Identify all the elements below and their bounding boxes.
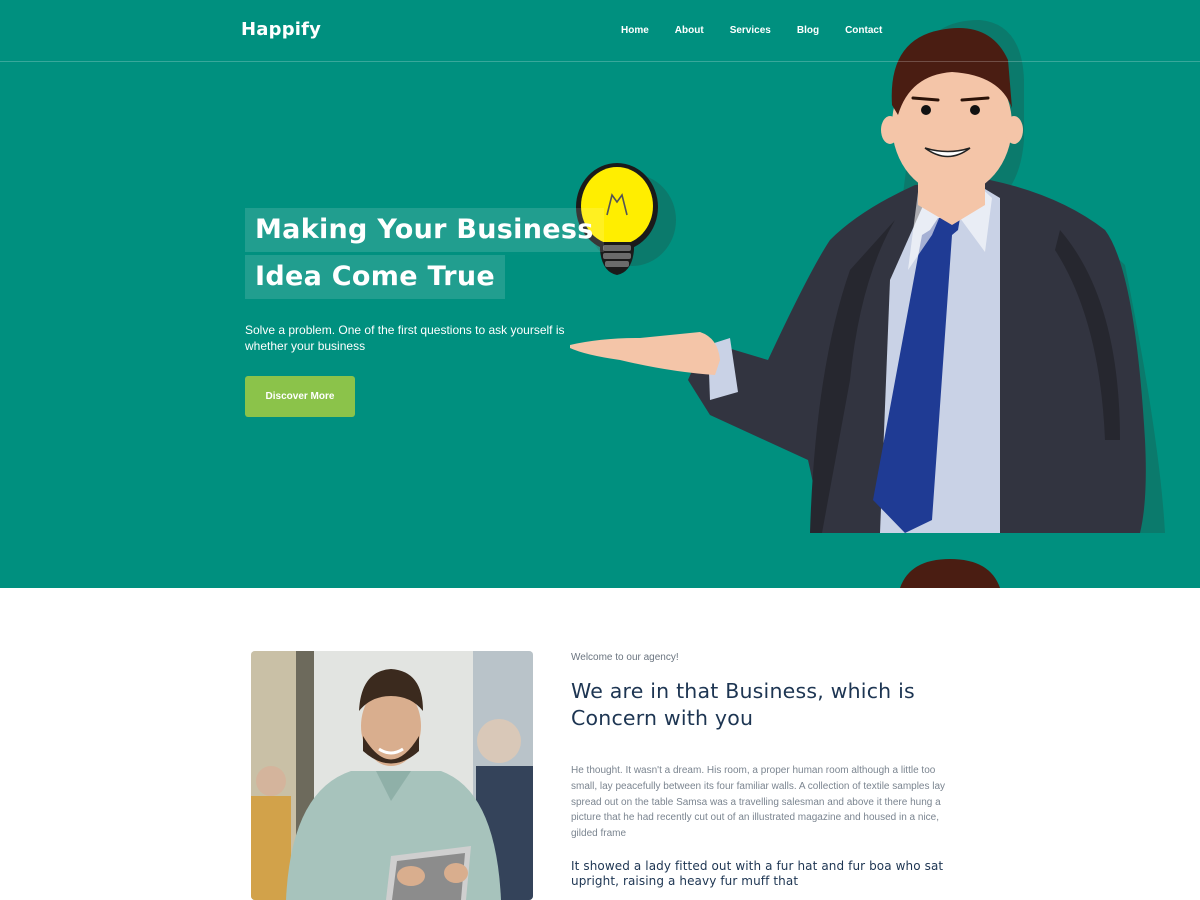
nav-item-about[interactable]: About: [675, 25, 704, 36]
about-quote: It showed a lady fitted out with a fur h…: [571, 858, 944, 888]
site-logo[interactable]: Happify: [241, 19, 321, 40]
about-photo: [251, 651, 533, 900]
about-body: He thought. It wasn't a dream. His room,…: [571, 765, 946, 840]
hero-subtitle: Solve a problem. One of the first questi…: [245, 323, 565, 353]
nav-item-home[interactable]: Home: [621, 25, 649, 36]
about-eyebrow: Welcome to our agency!: [571, 652, 679, 663]
main-nav: Home About Services Blog Contact: [621, 25, 908, 36]
hero-section: Happify Home About Services Blog Contact…: [0, 0, 1200, 588]
navbar: Happify Home About Services Blog Contact: [0, 0, 1200, 62]
hero-headline-line-1: Making Your Business: [245, 208, 604, 252]
about-section: Welcome to our agency! We are in that Bu…: [571, 652, 956, 889]
hero-headline: Making Your Business Idea Come True: [245, 208, 604, 302]
hero-headline-line-2: Idea Come True: [245, 255, 506, 299]
nav-item-contact[interactable]: Contact: [845, 25, 882, 36]
discover-more-button[interactable]: Discover More: [245, 376, 355, 417]
businessman-illustration: [570, 20, 1165, 533]
nav-item-blog[interactable]: Blog: [797, 25, 819, 36]
nav-item-services[interactable]: Services: [730, 25, 771, 36]
about-title: We are in that Business, which is Concer…: [571, 679, 915, 730]
man-with-tablet-photo: [251, 651, 533, 900]
